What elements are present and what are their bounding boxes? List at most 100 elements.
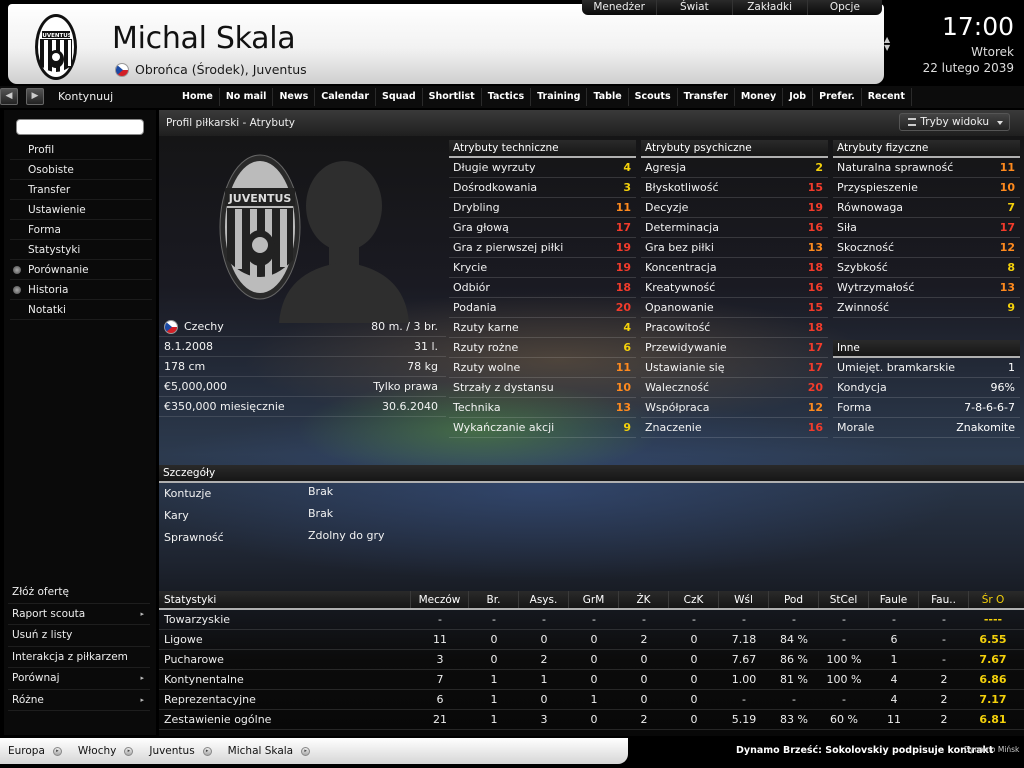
attribute-row[interactable]: Technika 13 — [449, 398, 636, 418]
attribute-row[interactable]: Pracowitość 18 — [641, 318, 828, 338]
attribute-row[interactable]: Równowaga 7 — [833, 198, 1020, 218]
attribute-row[interactable]: Skoczność 12 — [833, 238, 1020, 258]
attribute-row[interactable]: Rzuty rożne 6 — [449, 338, 636, 358]
attribute-row[interactable]: Ustawianie się 17 — [641, 358, 828, 378]
attribute-row[interactable]: Naturalna sprawność 11 — [833, 158, 1020, 178]
attribute-row[interactable]: Opanowanie 15 — [641, 298, 828, 318]
sidebar-item-personal[interactable]: Osobiste — [10, 160, 152, 180]
continue-button[interactable]: Kontynuuj — [58, 90, 113, 103]
table-row[interactable]: Kontynentalne 7 1 1 0 0 0 1.00 81 % 100 % 4 2 6.86 — [159, 670, 1024, 690]
menu-home[interactable]: Home — [176, 88, 220, 106]
menu-squad[interactable]: Squad — [376, 88, 423, 106]
column-header[interactable]: Śr O — [969, 591, 1017, 608]
sidebar-item-form[interactable]: Forma — [10, 220, 152, 240]
attribute-row[interactable]: Decyzje 19 — [641, 198, 828, 218]
attribute-row[interactable]: Dośrodkowania 3 — [449, 178, 636, 198]
menu-job[interactable]: Job — [783, 88, 814, 106]
attribute-row[interactable]: Kondycja 96% — [833, 378, 1020, 398]
chevron-down-icon[interactable]: ▸ — [202, 746, 212, 756]
search-input[interactable] — [16, 119, 144, 135]
attribute-row[interactable]: Forma 7-8-6-6-7 — [833, 398, 1020, 418]
menu-world[interactable]: Świat — [656, 0, 731, 15]
column-header[interactable]: Pod — [769, 591, 819, 608]
attribute-row[interactable]: Gra z pierwszej piłki 19 — [449, 238, 636, 258]
menu-manager[interactable]: Menedżer — [582, 0, 656, 15]
column-header[interactable]: GrM — [569, 591, 619, 608]
sidebar-item-statistics[interactable]: Statystyki — [10, 240, 152, 260]
attribute-row[interactable]: Siła 17 — [833, 218, 1020, 238]
breadcrumb-item[interactable]: Juventus ▸ — [141, 738, 219, 764]
view-mode-dropdown[interactable]: Tryby widoku — [899, 113, 1010, 131]
sidebar-item-history[interactable]: Historia — [10, 280, 152, 300]
menu-training[interactable]: Training — [531, 88, 588, 106]
attribute-row[interactable]: Gra bez piłki 13 — [641, 238, 828, 258]
sidebar-item-comparison[interactable]: Porównanie — [10, 260, 152, 280]
menu-tactics[interactable]: Tactics — [482, 88, 532, 106]
breadcrumb-item[interactable]: Włochy ▸ — [70, 738, 141, 764]
menu-money[interactable]: Money — [735, 88, 784, 106]
column-header[interactable]: ŻK — [619, 591, 669, 608]
chevron-down-icon[interactable]: ▸ — [301, 746, 311, 756]
header-scroll-icon[interactable]: ▲ ▼ — [884, 36, 890, 52]
table-row[interactable]: Zestawienie ogólne 21 1 3 0 2 0 5.19 83 % 60 % 11 2… — [159, 710, 1024, 730]
attribute-row[interactable]: Morale Znakomite — [833, 418, 1020, 438]
column-header[interactable]: Asys. — [519, 591, 569, 608]
action-misc[interactable]: Różne ▸ — [8, 690, 150, 711]
table-row[interactable]: Towarzyskie - - - - - - - - - - - ---- — [159, 610, 1024, 630]
attribute-row[interactable]: Przewidywanie 17 — [641, 338, 828, 358]
menu-options[interactable]: Opcje — [806, 0, 882, 15]
chevron-down-icon[interactable]: ▸ — [124, 746, 134, 756]
action-make-offer[interactable]: Złóż ofertę — [8, 582, 150, 604]
sidebar-item-transfer[interactable]: Transfer — [10, 180, 152, 200]
menu-recent[interactable]: Recent — [862, 88, 912, 106]
attribute-row[interactable]: Umiejęt. bramkarskie 1 — [833, 358, 1020, 378]
attribute-row[interactable]: Odbiór 18 — [449, 278, 636, 298]
action-remove-from-list[interactable]: Usuń z listy — [8, 625, 150, 647]
sidebar-item-notes[interactable]: Notatki — [10, 300, 152, 320]
action-compare[interactable]: Porównaj ▸ — [8, 668, 150, 690]
menu-transfer[interactable]: Transfer — [678, 88, 735, 106]
menu-scouts[interactable]: Scouts — [629, 88, 678, 106]
menu-table[interactable]: Table — [587, 88, 629, 106]
forward-arrow-icon[interactable]: ▶ — [26, 88, 44, 105]
attribute-row[interactable]: Krycie 19 — [449, 258, 636, 278]
breadcrumb-item[interactable]: Europa ▸ — [0, 738, 70, 764]
menu-preferences[interactable]: Prefer. — [813, 88, 862, 106]
column-header[interactable]: CzK — [669, 591, 719, 608]
attribute-row[interactable]: Koncentracja 18 — [641, 258, 828, 278]
attribute-row[interactable]: Kreatywność 16 — [641, 278, 828, 298]
sidebar-item-position[interactable]: Ustawienie — [10, 200, 152, 220]
attribute-row[interactable]: Rzuty karne 4 — [449, 318, 636, 338]
table-row[interactable]: Ligowe 11 0 0 0 2 0 7.18 84 % - 6 - 6.55 — [159, 630, 1024, 650]
table-row[interactable]: Pucharowe 3 0 2 0 0 0 7.67 86 % 100 % 1 - 7.67 — [159, 650, 1024, 670]
breadcrumb-item[interactable]: Michal Skala ▸ — [220, 738, 318, 764]
attribute-row[interactable]: Determinacja 16 — [641, 218, 828, 238]
attribute-row[interactable]: Gra głową 17 — [449, 218, 636, 238]
column-header[interactable]: Wśl — [719, 591, 769, 608]
attribute-row[interactable]: Zwinność 9 — [833, 298, 1020, 318]
column-header[interactable]: Faule — [869, 591, 919, 608]
attribute-row[interactable]: Agresja 2 — [641, 158, 828, 178]
column-header[interactable]: Fau.. — [919, 591, 969, 608]
column-header[interactable]: Br. — [469, 591, 519, 608]
column-header[interactable]: StCel — [819, 591, 869, 608]
menu-calendar[interactable]: Calendar — [315, 88, 377, 106]
attribute-row[interactable]: Podania 20 — [449, 298, 636, 318]
attribute-row[interactable]: Rzuty wolne 11 — [449, 358, 636, 378]
menu-bookmarks[interactable]: Zakładki — [731, 0, 807, 15]
attribute-row[interactable]: Długie wyrzuty 4 — [449, 158, 636, 178]
column-header[interactable]: Meczów — [411, 591, 469, 608]
column-header[interactable]: Statystyki — [159, 591, 411, 608]
menu-mail[interactable]: No mail — [220, 88, 274, 106]
attribute-row[interactable]: Waleczność 20 — [641, 378, 828, 398]
action-player-interaction[interactable]: Interakcja z piłkarzem — [8, 647, 150, 668]
attribute-row[interactable]: Współpraca 12 — [641, 398, 828, 418]
table-row[interactable]: Reprezentacyjne 6 1 0 1 0 0 - - - 4 2 7.17 — [159, 690, 1024, 710]
attribute-row[interactable]: Znaczenie 16 — [641, 418, 828, 438]
attribute-row[interactable]: Drybling 11 — [449, 198, 636, 218]
attribute-row[interactable]: Błyskotliwość 15 — [641, 178, 828, 198]
menu-shortlist[interactable]: Shortlist — [423, 88, 482, 106]
attribute-row[interactable]: Szybkość 8 — [833, 258, 1020, 278]
action-scout-report[interactable]: Raport scouta ▸ — [8, 604, 150, 625]
back-arrow-icon[interactable]: ◀ — [0, 88, 18, 105]
